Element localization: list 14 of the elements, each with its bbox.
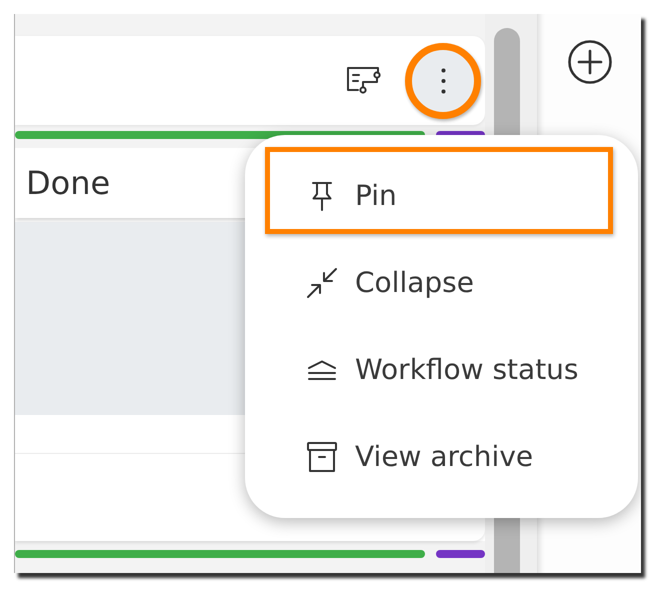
menu-item[interactable]: Collapse — [265, 234, 613, 321]
column-title: Done — [26, 164, 110, 202]
workflow-status-icon — [307, 358, 337, 380]
more-icon — [440, 68, 446, 94]
menu-item[interactable]: Workflow status — [265, 321, 613, 408]
menu-item[interactable]: Pin — [265, 147, 613, 234]
collapse-icon — [306, 266, 338, 298]
archive-icon — [306, 440, 338, 472]
workflow-icon — [345, 66, 381, 96]
more-button[interactable] — [405, 42, 481, 118]
menu-item[interactable]: View archive — [265, 408, 613, 495]
pin-icon — [311, 180, 333, 210]
add-icon[interactable] — [568, 40, 612, 84]
workflow-button[interactable] — [345, 66, 381, 96]
